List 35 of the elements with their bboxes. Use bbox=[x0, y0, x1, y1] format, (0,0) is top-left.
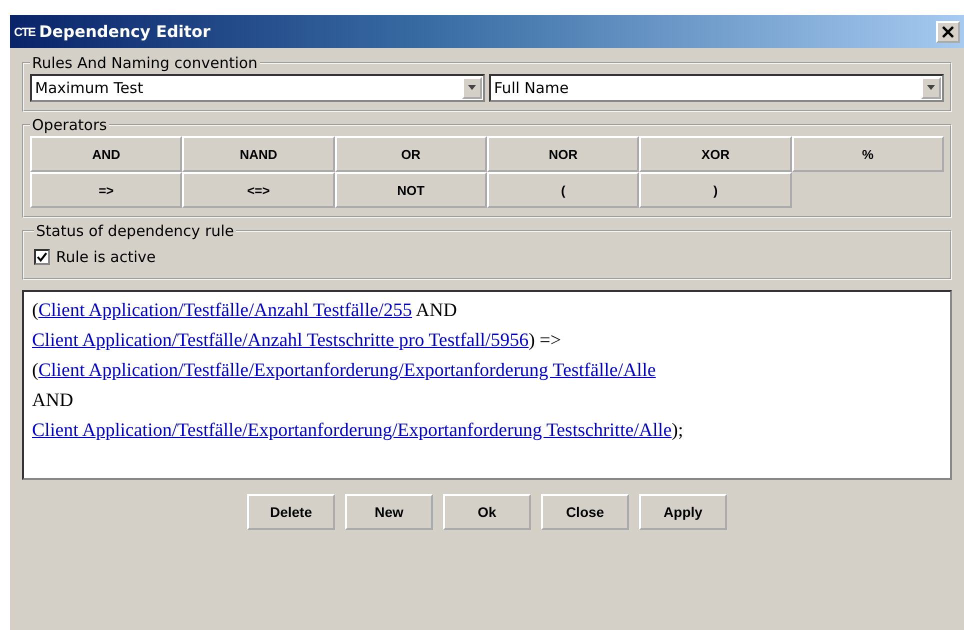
operator-button[interactable]: % bbox=[792, 136, 944, 172]
dialog-button[interactable]: New bbox=[345, 494, 433, 530]
node-link[interactable]: Client Application/Testfälle/Exportanforderung/Exportanforderung Testfälle/Alle bbox=[38, 360, 656, 381]
close-button[interactable] bbox=[936, 20, 960, 42]
node-link[interactable]: Client Application/Testfälle/Anzahl Testschritte pro Testfall/5956 bbox=[32, 330, 529, 351]
dialog-button[interactable]: Ok bbox=[443, 494, 531, 530]
node-link[interactable]: Client Application/Testfälle/Anzahl Testfälle/255 bbox=[38, 300, 412, 321]
operator-button[interactable]: OR bbox=[334, 136, 487, 172]
dropdown-arrow-icon bbox=[926, 85, 936, 91]
rule-dropdown[interactable]: Maximum Test bbox=[30, 74, 485, 102]
operator-button[interactable]: NAND bbox=[182, 136, 335, 172]
dialog-button[interactable]: Close bbox=[541, 494, 629, 530]
operator-button[interactable]: ) bbox=[639, 172, 792, 208]
dialog-button[interactable]: Apply bbox=[639, 494, 727, 530]
operator-button[interactable]: <=> bbox=[182, 172, 335, 208]
operator-button[interactable]: => bbox=[30, 172, 182, 208]
operator-button[interactable]: NOT bbox=[334, 172, 487, 208]
rule-expression: (Client Application/Testfälle/Anzahl Testfälle/255 AND Client Application/Testfälle/Anzahl Testschritte pro Testfall/5956) => (Client Application/Testfälle/Exportanforderung/Exportanforderung Testfälle/Alle AND Client Application/Testfälle/Exportanforderung/Exportanforderung Testschritte/Alle); bbox=[32, 299, 684, 443]
operator-button[interactable]: AND bbox=[30, 136, 182, 172]
rule-editor-field[interactable] bbox=[22, 290, 952, 480]
dropdown-arrow-icon bbox=[467, 85, 477, 91]
operator-button[interactable]: XOR bbox=[639, 136, 792, 172]
dialog-button[interactable]: Delete bbox=[247, 494, 335, 530]
window-title: Dependency Editor bbox=[39, 22, 212, 41]
naming-dropdown[interactable]: Full Name bbox=[489, 74, 944, 102]
checkbox-label: Rule is active bbox=[56, 248, 156, 266]
checkbox[interactable] bbox=[34, 249, 50, 265]
operator-button[interactable]: NOR bbox=[486, 136, 640, 172]
group-label: Status of dependency rule bbox=[35, 222, 236, 240]
operator-button[interactable]: ( bbox=[486, 172, 640, 208]
app-logo: CTE bbox=[14, 24, 35, 38]
node-link[interactable]: Client Application/Testfälle/Exportanforderung/Exportanforderung Testschritte/Alle bbox=[32, 420, 672, 441]
group-label: Operators bbox=[31, 116, 108, 134]
close-icon bbox=[941, 24, 955, 38]
group-label: Rules And Naming convention bbox=[31, 54, 259, 72]
